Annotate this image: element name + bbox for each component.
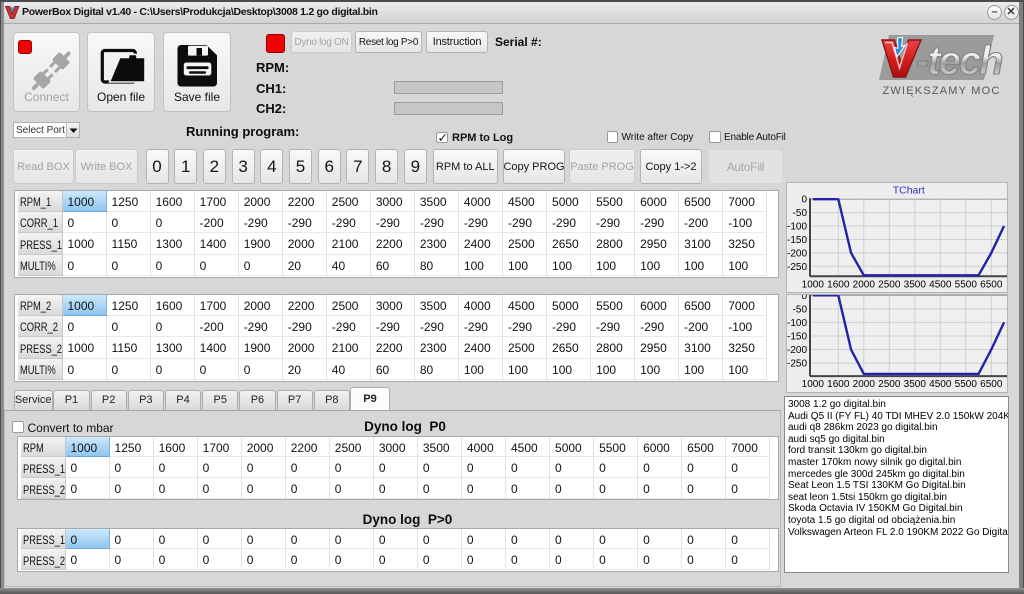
svg-text:3500: 3500 — [904, 279, 927, 290]
svg-text:1000: 1000 — [802, 379, 825, 390]
svg-text:1600: 1600 — [827, 279, 850, 290]
svg-text:-150: -150 — [787, 331, 807, 342]
svg-text:2500: 2500 — [878, 279, 901, 290]
svg-text:4500: 4500 — [929, 379, 952, 390]
svg-text:6500: 6500 — [980, 279, 1003, 290]
svg-text:-150: -150 — [787, 235, 807, 246]
svg-text:-100: -100 — [787, 222, 807, 233]
svg-text:3500: 3500 — [904, 379, 927, 390]
svg-text:-200: -200 — [787, 248, 807, 259]
svg-text:5500: 5500 — [955, 279, 978, 290]
svg-text:4500: 4500 — [929, 279, 952, 290]
svg-text:-250: -250 — [787, 358, 807, 369]
svg-text:-50: -50 — [793, 304, 808, 315]
svg-text:-tech: -tech — [916, 39, 1002, 83]
svg-text:-250: -250 — [787, 262, 807, 273]
svg-text:1600: 1600 — [827, 379, 850, 390]
svg-text:5500: 5500 — [955, 379, 978, 390]
svg-text:0: 0 — [801, 295, 807, 302]
svg-text:2000: 2000 — [853, 279, 876, 290]
svg-text:6500: 6500 — [980, 379, 1003, 390]
svg-text:2500: 2500 — [878, 379, 901, 390]
svg-text:0: 0 — [801, 195, 807, 206]
svg-text:-200: -200 — [787, 345, 807, 356]
svg-text:-50: -50 — [793, 208, 808, 219]
svg-text:2000: 2000 — [853, 379, 876, 390]
svg-text:1000: 1000 — [802, 279, 825, 290]
svg-text:-100: -100 — [787, 317, 807, 328]
svg-text:TChart: TChart — [893, 185, 925, 197]
